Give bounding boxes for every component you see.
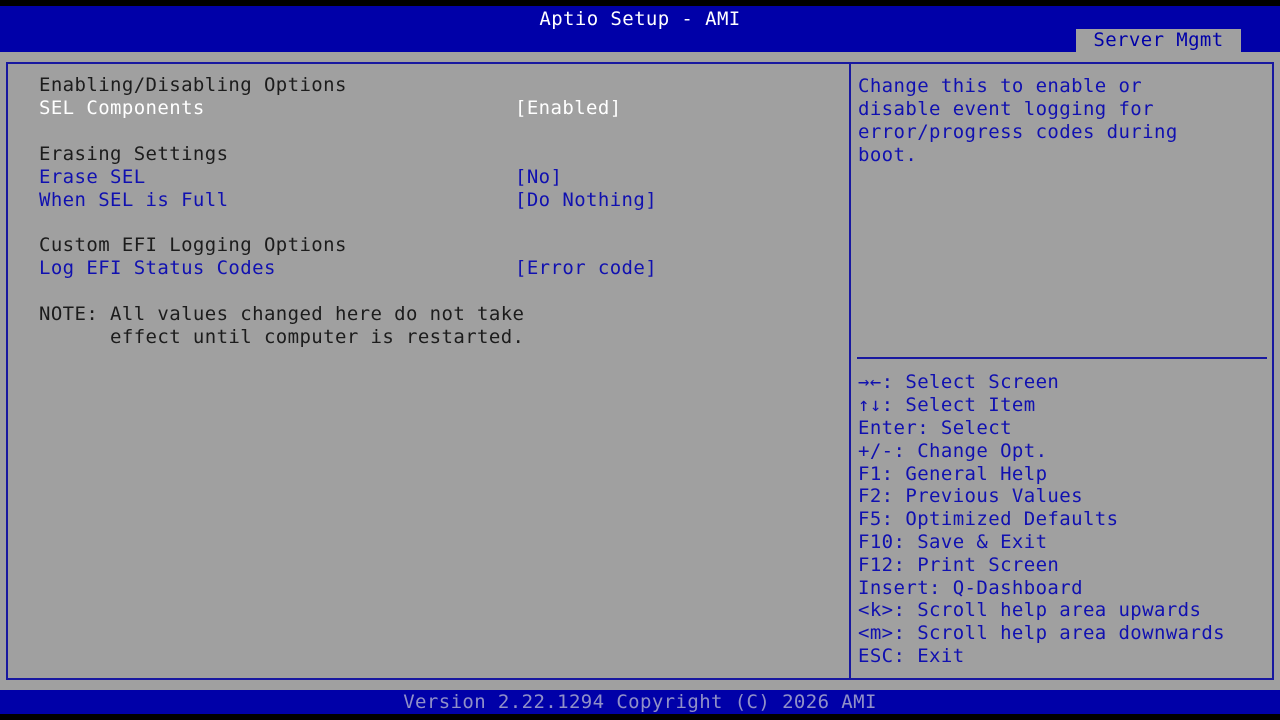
when-sel-full-value[interactable]: [Do Nothing] [515,189,657,212]
help-text: boot. [858,144,917,167]
erase-sel-value[interactable]: [No] [515,166,562,189]
divider [849,62,851,680]
key-hint: Insert: Q-Dashboard [858,577,1083,600]
key-hint: Enter: Select [858,417,1012,440]
app-title: Aptio Setup - AMI [0,8,1280,30]
key-hint: ↑↓: Select Item [858,394,1036,417]
key-hint: →←: Select Screen [858,371,1059,394]
help-text: error/progress codes during [858,121,1178,144]
key-hint: <m>: Scroll help area downwards [858,622,1225,645]
help-text: disable event logging for [858,98,1154,121]
help-text: Change this to enable or [858,75,1142,98]
sel-components-value[interactable]: [Enabled] [515,97,622,120]
section-heading: Enabling/Disabling Options [39,74,347,97]
tab-server-mgmt[interactable]: Server Mgmt [1076,29,1241,52]
key-hint: +/-: Change Opt. [858,440,1047,463]
when-sel-full-label[interactable]: When SEL is Full [39,189,228,212]
bottom-bar [0,714,1280,720]
footer-version: Version 2.22.1294 Copyright (C) 2026 AMI [0,690,1280,714]
key-hint: F12: Print Screen [858,554,1059,577]
note-text: NOTE: All values changed here do not tak… [39,303,524,326]
header: Aptio Setup - AMI Server Mgmt [0,6,1280,52]
sel-components-label[interactable]: SEL Components [39,97,205,120]
note-text: effect until computer is restarted. [39,326,524,349]
key-hint: <k>: Scroll help area upwards [858,599,1201,622]
section-heading: Erasing Settings [39,143,228,166]
key-hint: F10: Save & Exit [858,531,1047,554]
key-hint: F1: General Help [858,463,1047,486]
key-hint: ESC: Exit [858,645,965,668]
key-hint: F2: Previous Values [858,485,1083,508]
help-divider [857,357,1267,359]
key-hint: F5: Optimized Defaults [858,508,1118,531]
erase-sel-label[interactable]: Erase SEL [39,166,146,189]
log-efi-value[interactable]: [Error code] [515,257,657,280]
section-heading: Custom EFI Logging Options [39,234,347,257]
log-efi-label[interactable]: Log EFI Status Codes [39,257,276,280]
